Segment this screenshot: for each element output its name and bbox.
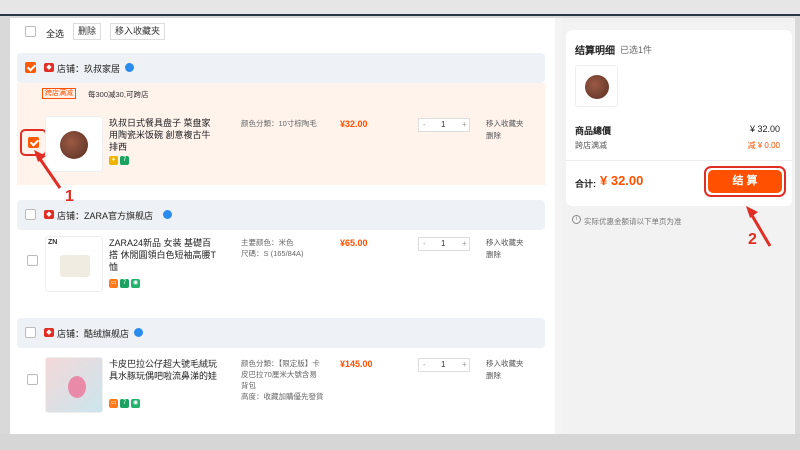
item-badges-1: ♦ 7 (109, 156, 131, 165)
quantity-stepper-2[interactable]: -1 + (418, 237, 470, 251)
shop-logo-icon: ◆ (44, 63, 54, 72)
move-to-favorites-button[interactable]: 移入收藏夹 (110, 23, 166, 40)
item-price-2: ¥65.00 (340, 238, 368, 248)
shop-name-2[interactable]: 店铺：ZARA官方旗舰店 (57, 209, 153, 222)
badge-7-icon: 7 (120, 279, 129, 288)
item-ops-3: 移入收藏夹 删除 (486, 358, 524, 382)
summary-panel: 结算明细 已选1件 商品總價 ¥ 32.00 跨店满减 减 ¥ 0.00 合计:… (562, 18, 795, 434)
item-title-2[interactable]: ZARA24新品 女装 基礎百搭 休閒圓領白色短袖高腰T恤 (109, 237, 217, 273)
shop-name-3[interactable]: 店铺：酷绒旗舰店 (57, 327, 129, 340)
promo-text: 每300减30,可跨店 (88, 90, 149, 99)
delete-link[interactable]: 删除 (486, 249, 524, 261)
quantity-stepper-1[interactable]: -1 + (418, 118, 470, 132)
shop-header-2: ◆ 店铺：ZARA官方旗舰店 (17, 200, 545, 230)
move-fav-link[interactable]: 移入收藏夹 (486, 118, 524, 130)
badge-icon: ◉ (131, 279, 140, 288)
selected-count: 已选1件 (620, 45, 653, 55)
badge-7-icon: 7 (120, 399, 129, 408)
info-icon: i (572, 215, 581, 224)
annotation-label-1: 1 (65, 188, 74, 205)
shop-header-1: ◆ 店铺：玖叔家居 (17, 53, 545, 83)
item-price-1: ¥32.00 (340, 119, 368, 129)
badge-7-icon: 7 (120, 156, 129, 165)
item-ops-1: 移入收藏夹 删除 (486, 118, 524, 142)
badge-icon: ▭ (109, 279, 118, 288)
summary-card: 结算明细 已选1件 商品總價 ¥ 32.00 跨店满减 减 ¥ 0.00 合计:… (566, 30, 792, 206)
item-title-1[interactable]: 玖叔日式餐具盘子 菜盘家用陶瓷米饭碗 創意複古牛排西 (109, 117, 217, 153)
discount-value[interactable]: 减 ¥ 0.00 (748, 140, 780, 151)
shop-logo-icon: ◆ (44, 210, 54, 219)
promo-tag: 跨店满减 (42, 88, 76, 99)
summary-title: 结算明细 (575, 46, 615, 57)
total-value: ¥ 32.00 (749, 124, 780, 134)
badge-icon: ▭ (109, 399, 118, 408)
summary-thumb[interactable] (575, 65, 618, 107)
quantity-stepper-3[interactable]: -1 + (418, 358, 470, 372)
window-top-bar (0, 0, 800, 16)
item-checkbox-3[interactable] (27, 374, 38, 385)
grand-total-label: 合计: (575, 179, 596, 189)
cart-list: 全选 删除 移入收藏夹 ◆ 店铺：玖叔家居 跨店满减 每300减30,可跨店 玖… (10, 18, 555, 434)
shop-logo-icon: ◆ (44, 328, 54, 337)
item-spec-2: 主要颜色：米色 尺碼：S (165/84A) (241, 238, 304, 258)
item-price-3: ¥145.00 (340, 359, 373, 369)
chat-icon[interactable] (163, 210, 172, 219)
grand-total-value: ¥ 32.00 (600, 173, 644, 188)
delete-button[interactable]: 删除 (73, 23, 102, 40)
total-label: 商品總價 (575, 126, 612, 136)
shop-name-1[interactable]: 店铺：玖叔家居 (57, 62, 120, 75)
price-note: 实际优惠金额请以下单页为准 (584, 217, 682, 226)
delete-link[interactable]: 删除 (486, 130, 524, 142)
window-bottom-bar (0, 434, 800, 450)
item-title-3[interactable]: 卡皮巴拉公仔超大號毛絨玩具水豚玩偶吧啦流鼻涕的娃 (109, 358, 217, 382)
move-fav-link[interactable]: 移入收藏夹 (486, 237, 524, 249)
annotation-label-2: 2 (748, 231, 757, 248)
shop-header-3: ◆ 店铺：酷绒旗舰店 (17, 318, 545, 348)
discount-label: 跨店满减 (575, 141, 607, 150)
item-checkbox-2[interactable] (27, 255, 38, 266)
item-ops-2: 移入收藏夹 删除 (486, 237, 524, 261)
item-badges-2: ▭ 7 ◉ (109, 279, 142, 288)
item-spec-1: 颜色分類：10寸棕陶毛 (241, 119, 317, 128)
badge-icon: ♦ (109, 156, 118, 165)
cart-frame: 全选 删除 移入收藏夹 ◆ 店铺：玖叔家居 跨店满减 每300减30,可跨店 玖… (10, 18, 795, 434)
checkout-button[interactable]: 结 算 (708, 170, 782, 193)
chat-icon[interactable] (125, 63, 134, 72)
item-image-2[interactable]: ZN (45, 236, 103, 292)
shop-checkbox-2[interactable] (25, 209, 36, 220)
move-fav-link[interactable]: 移入收藏夹 (486, 358, 524, 370)
shop-checkbox-3[interactable] (25, 327, 36, 338)
shop-checkbox-1[interactable] (25, 62, 36, 73)
select-all-label[interactable]: 全选 (46, 27, 64, 40)
item-badges-3: ▭ 7 ◉ (109, 399, 142, 408)
chat-icon[interactable] (134, 328, 143, 337)
item-spec-3: 颜色分類：【限定版】卡皮巴拉70厘米大號含易 背包 高度：收藏加購優先發貨 (241, 359, 324, 401)
select-all-checkbox[interactable] (25, 26, 36, 37)
delete-link[interactable]: 删除 (486, 370, 524, 382)
badge-icon: ◉ (131, 399, 140, 408)
item-image-3[interactable] (45, 357, 103, 413)
